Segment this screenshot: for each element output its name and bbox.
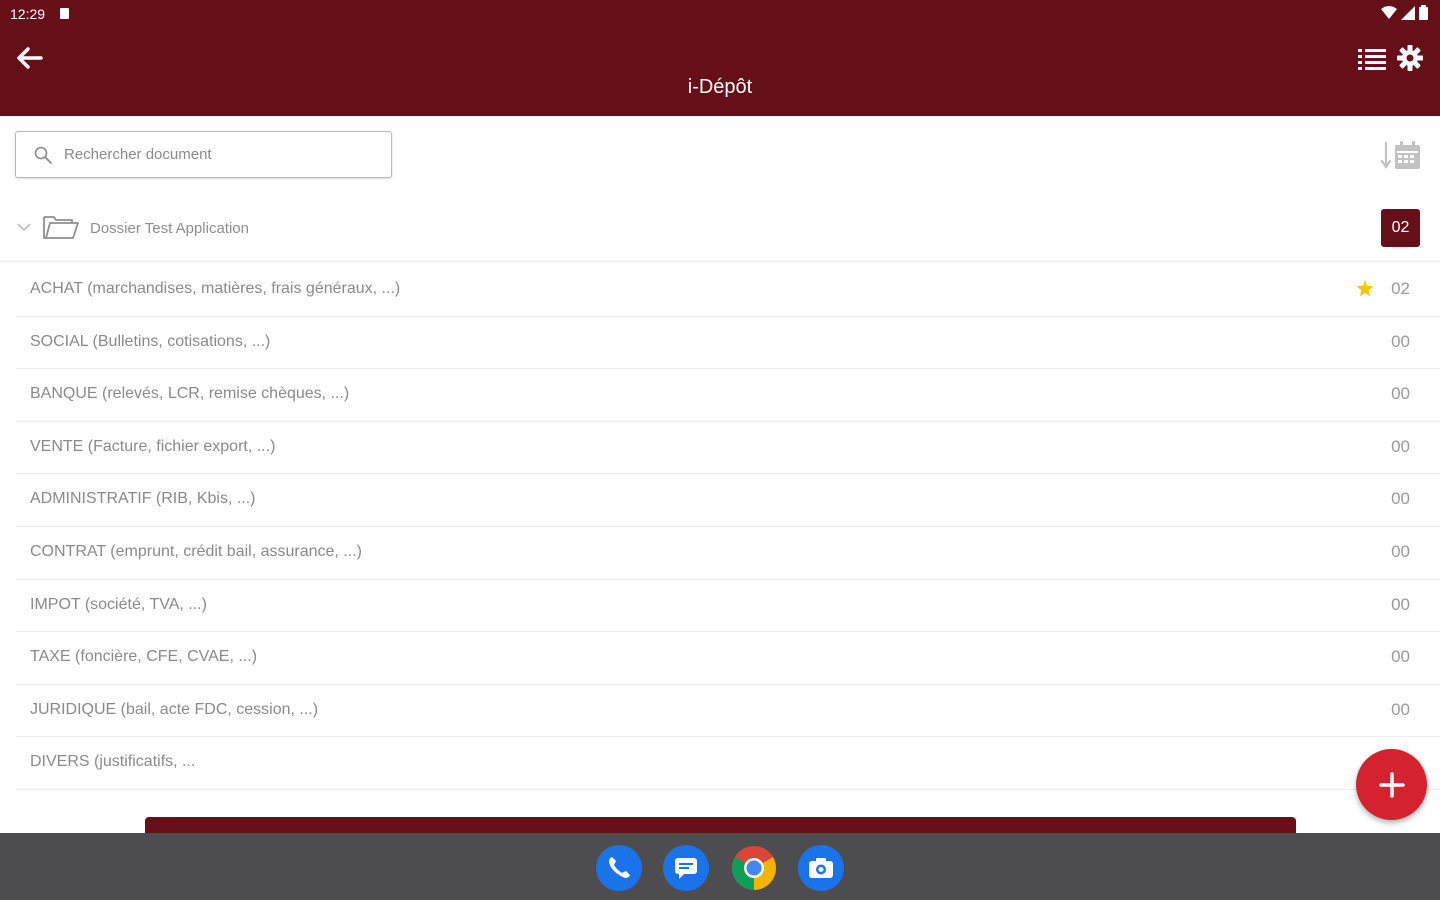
back-button[interactable]: [14, 42, 46, 74]
category-list: ACHAT (marchandises, matières, frais gén…: [16, 264, 1440, 790]
list-view-button[interactable]: [1355, 44, 1389, 74]
category-count: 00: [1391, 436, 1410, 456]
wifi-icon: [1381, 5, 1397, 19]
sort-calendar-icon: [1380, 141, 1420, 169]
category-count: 00: [1391, 647, 1410, 667]
search-icon: [34, 146, 52, 164]
category-count: 00: [1391, 331, 1410, 351]
search-input[interactable]: [62, 145, 366, 164]
list-item[interactable]: VENTE (Facture, fichier export, ...) 00: [16, 422, 1440, 475]
folder-name: Dossier Test Application: [90, 220, 249, 237]
category-count: 00: [1391, 384, 1410, 404]
back-arrow-icon: [17, 47, 43, 69]
settings-button[interactable]: [1394, 42, 1426, 74]
notification-icon: [60, 8, 69, 19]
page-title: i-Dépôt: [687, 76, 753, 98]
search-box[interactable]: [15, 131, 392, 178]
category-count: 00: [1391, 489, 1410, 509]
category-label: TAXE (foncière, CFE, CVAE, ...): [30, 648, 258, 666]
list-item[interactable]: ACHAT (marchandises, matières, frais gén…: [16, 264, 1440, 317]
list-view-icon: [1358, 49, 1386, 70]
category-count: 02: [1391, 279, 1410, 298]
battery-icon: [1419, 5, 1428, 20]
folder-row[interactable]: Dossier Test Application 02: [0, 200, 1440, 262]
category-count: 00: [1391, 541, 1410, 561]
category-label: IMPOT (société, TVA, ...): [30, 595, 207, 613]
list-item[interactable]: TAXE (foncière, CFE, CVAE, ...) 00: [16, 632, 1440, 685]
chrome-app-button[interactable]: [731, 845, 777, 891]
category-label: VENTE (Facture, fichier export, ...): [30, 437, 276, 455]
status-time: 12:29: [10, 6, 46, 22]
list-item[interactable]: CONTRAT (emprunt, crédit bail, assurance…: [16, 527, 1440, 580]
camera-icon: [809, 858, 833, 878]
category-label: BANQUE (relevés, LCR, remise chèques, ..…: [30, 385, 350, 403]
category-label: CONTRAT (emprunt, crédit bail, assurance…: [30, 542, 362, 560]
list-item[interactable]: BANQUE (relevés, LCR, remise chèques, ..…: [16, 369, 1440, 422]
category-label: DIVERS (justificatifs, ...: [30, 753, 196, 771]
chrome-icon: [732, 846, 776, 890]
status-icons: [1381, 5, 1428, 20]
category-label: SOCIAL (Bulletins, cotisations, ...): [30, 332, 271, 350]
sort-by-date-button[interactable]: [1378, 138, 1424, 174]
add-document-button[interactable]: [1356, 749, 1427, 820]
folder-count-badge: 02: [1381, 209, 1420, 247]
gear-icon: [1397, 45, 1423, 71]
messages-app-button[interactable]: [663, 845, 709, 891]
list-item[interactable]: SOCIAL (Bulletins, cotisations, ...) 00: [16, 317, 1440, 370]
category-count: 00: [1391, 699, 1410, 719]
phone-icon: [609, 857, 630, 878]
category-label: ADMINISTRATIF (RIB, Kbis, ...): [30, 490, 256, 508]
star-icon[interactable]: [1356, 280, 1374, 297]
phone-app-button[interactable]: [596, 845, 642, 891]
list-item[interactable]: DIVERS (justificatifs, ...: [16, 737, 1440, 790]
app-bar: 12:29 i-Dépôt: [0, 0, 1440, 116]
list-item[interactable]: ADMINISTRATIF (RIB, Kbis, ...) 00: [16, 474, 1440, 527]
category-count: 00: [1391, 594, 1410, 614]
folder-open-icon: [43, 216, 79, 239]
chevron-down-icon: [17, 223, 31, 232]
camera-app-button[interactable]: [798, 845, 844, 891]
messages-icon: [675, 858, 697, 879]
system-dock: [0, 833, 1440, 900]
signal-icon: [1401, 5, 1415, 20]
category-label: JURIDIQUE (bail, acte FDC, cession, ...): [30, 700, 319, 718]
plus-icon: [1378, 771, 1405, 798]
list-item[interactable]: IMPOT (société, TVA, ...) 00: [16, 580, 1440, 633]
category-label: ACHAT (marchandises, matières, frais gén…: [30, 280, 401, 297]
bottom-action-bar: [145, 817, 1296, 833]
list-item[interactable]: JURIDIQUE (bail, acte FDC, cession, ...)…: [16, 685, 1440, 738]
